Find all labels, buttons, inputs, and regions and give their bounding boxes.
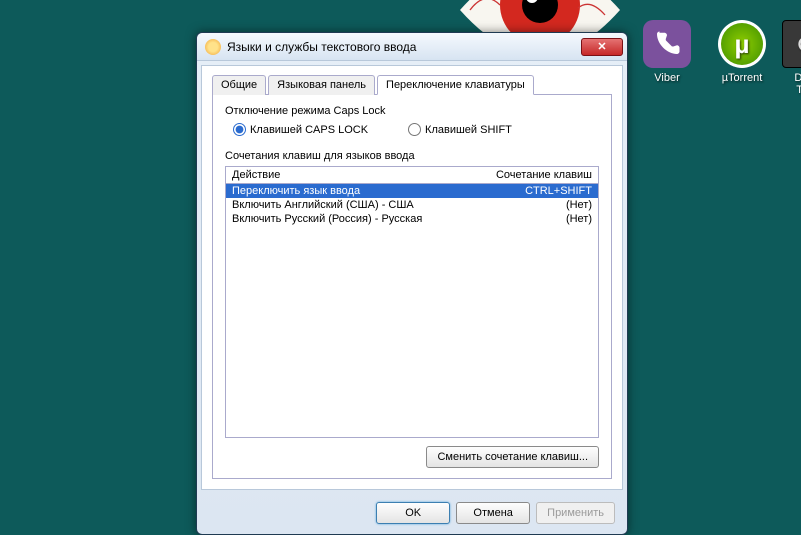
app-icon	[205, 39, 221, 55]
desktop-icon-utorrent[interactable]: µ µTorrent	[710, 20, 774, 84]
list-row[interactable]: Включить Английский (США) - США (Нет)	[226, 198, 598, 212]
dialog-actions: OK Отмена Применить	[197, 494, 627, 534]
shortcuts-group-label: Сочетания клавиш для языков ввода	[225, 150, 599, 162]
row-combo: (Нет)	[566, 213, 592, 225]
row-action: Включить Русский (Россия) - Русская	[232, 213, 566, 225]
tab-keyboard-switch[interactable]: Переключение клавиатуры	[377, 75, 534, 95]
desktop-icon-label: Viber	[635, 72, 699, 84]
shortcut-list[interactable]: Переключить язык ввода CTRL+SHIFT Включи…	[225, 183, 599, 438]
apply-button[interactable]: Применить	[536, 502, 615, 524]
list-row[interactable]: Включить Русский (Россия) - Русская (Нет…	[226, 212, 598, 226]
tab-page-switch: Отключение режима Caps Lock Клавишей CAP…	[212, 94, 612, 479]
tab-langbar[interactable]: Языковая панель	[268, 75, 375, 95]
row-action: Переключить язык ввода	[232, 185, 525, 197]
row-action: Включить Английский (США) - США	[232, 199, 566, 211]
radio-caps-lock-label: Клавишей CAPS LOCK	[250, 124, 368, 136]
text-services-dialog: Языки и службы текстового ввода ✕ Общие …	[196, 32, 628, 535]
list-row[interactable]: Переключить язык ввода CTRL+SHIFT	[226, 184, 598, 198]
change-shortcut-button[interactable]: Сменить сочетание клавиш...	[426, 446, 599, 468]
col-action: Действие	[232, 169, 496, 181]
cancel-button[interactable]: Отмена	[456, 502, 530, 524]
desktop-icon-label: DA To	[782, 72, 801, 96]
close-button[interactable]: ✕	[581, 38, 623, 56]
viber-icon	[643, 20, 691, 68]
row-combo: (Нет)	[566, 199, 592, 211]
ok-button[interactable]: OK	[376, 502, 450, 524]
row-combo: CTRL+SHIFT	[525, 185, 592, 197]
radio-caps-lock[interactable]: Клавишей CAPS LOCK	[233, 123, 368, 136]
radio-shift-input[interactable]	[408, 123, 421, 136]
caps-group-label: Отключение режима Caps Lock	[225, 105, 599, 117]
tab-general[interactable]: Общие	[212, 75, 266, 95]
radio-shift-label: Клавишей SHIFT	[425, 124, 512, 136]
radio-caps-lock-input[interactable]	[233, 123, 246, 136]
desktop-icon-daemon[interactable]: ⊚ DA To	[782, 20, 801, 96]
list-header: Действие Сочетание клавиш	[225, 166, 599, 183]
titlebar[interactable]: Языки и службы текстового ввода ✕	[197, 33, 627, 61]
utorrent-icon: µ	[718, 20, 766, 68]
window-title: Языки и службы текстового ввода	[227, 40, 581, 54]
tab-strip: Общие Языковая панель Переключение клави…	[212, 75, 612, 95]
radio-shift[interactable]: Клавишей SHIFT	[408, 123, 512, 136]
col-combo: Сочетание клавиш	[496, 169, 592, 181]
desktop-icon-label: µTorrent	[710, 72, 774, 84]
desktop-icon-viber[interactable]: Viber	[635, 20, 699, 84]
disc-icon: ⊚	[782, 20, 801, 68]
